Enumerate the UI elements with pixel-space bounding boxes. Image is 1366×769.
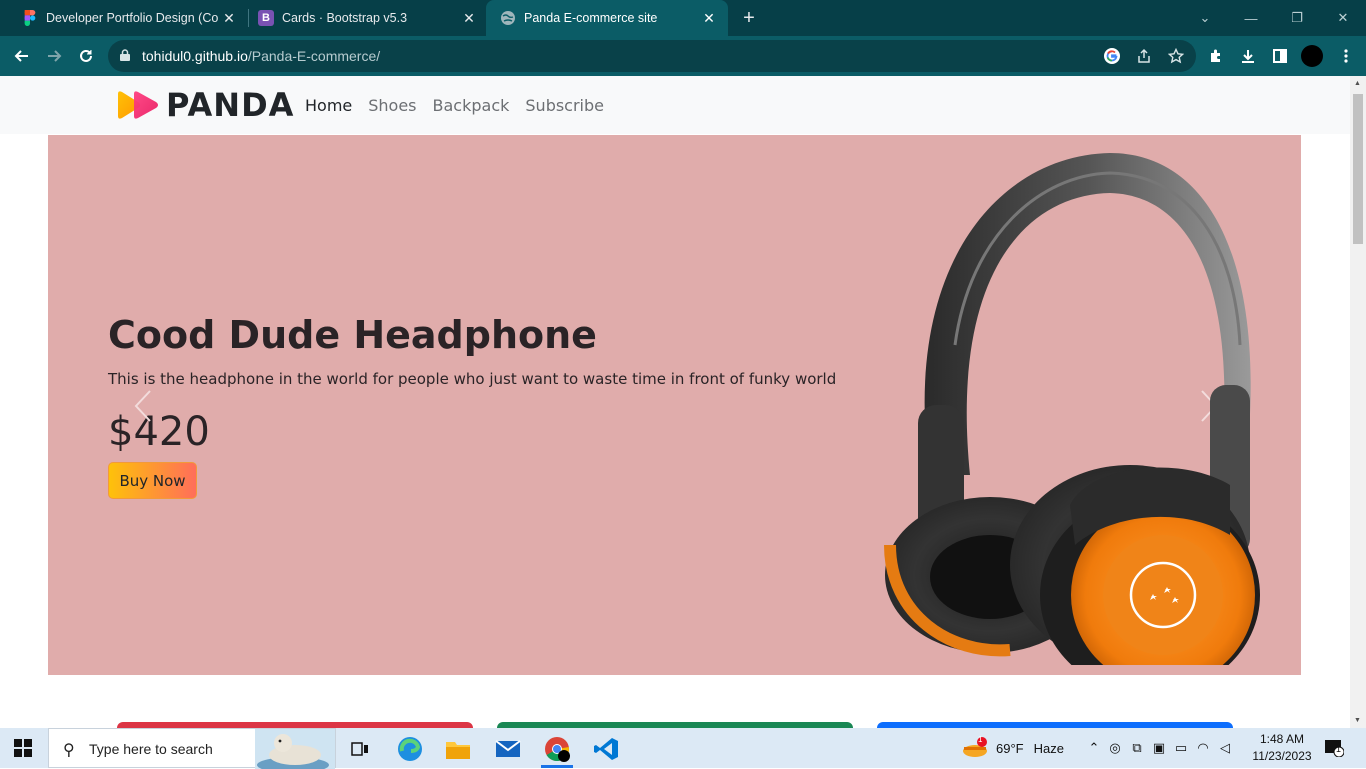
side-panel-icon[interactable]: [1268, 44, 1292, 68]
bookmark-star-icon[interactable]: [1166, 46, 1186, 66]
nav-backpack[interactable]: Backpack: [433, 96, 510, 115]
wifi-icon[interactable]: ◠: [1192, 740, 1214, 756]
site-navbar: PANDA Home Shoes Backpack Subscribe: [0, 76, 1350, 134]
share-icon[interactable]: [1134, 46, 1154, 66]
clock-time: 1:48 AM: [1259, 732, 1305, 746]
chrome-icon[interactable]: [537, 732, 577, 768]
new-tab-button[interactable]: +: [737, 6, 761, 30]
url-text: tohidul0.github.io/Panda-E-commerce/: [142, 48, 381, 64]
arrow-left-icon: [14, 50, 28, 62]
nav-subscribe[interactable]: Subscribe: [525, 96, 604, 115]
tab-title: Panda E-commerce site: [524, 11, 658, 25]
panda-logo-icon: [118, 91, 158, 119]
google-icon[interactable]: [1102, 46, 1122, 66]
scrollbar-thumb[interactable]: [1353, 94, 1363, 244]
nav-shoes[interactable]: Shoes: [368, 96, 416, 115]
profile-avatar[interactable]: [1300, 44, 1324, 68]
tab-panda-ecommerce[interactable]: Panda E-commerce site ✕: [486, 0, 728, 36]
globe-icon: [500, 10, 516, 26]
hero-price: $420: [108, 409, 210, 455]
notification-center-icon[interactable]: 1: [1324, 728, 1344, 768]
hero-description: This is the headphone in the world for p…: [108, 370, 837, 388]
windows-start-icon[interactable]: [14, 739, 32, 757]
nav-home[interactable]: Home: [305, 96, 352, 115]
tab-title: Cards · Bootstrap v5.3: [282, 11, 408, 25]
forward-button[interactable]: [40, 42, 68, 70]
weather-description: Haze: [1033, 740, 1064, 756]
download-icon[interactable]: [1236, 44, 1260, 68]
reload-icon: [80, 49, 92, 62]
tab-search-icon[interactable]: ⌄: [1182, 0, 1228, 36]
page-scrollbar[interactable]: ▲ ▼: [1350, 76, 1366, 728]
hero-carousel: Cood Dude Headphone This is the headphon…: [48, 135, 1301, 675]
buy-now-button[interactable]: Buy Now: [108, 462, 197, 499]
tab-title: Developer Portfolio Design (Con: [46, 11, 218, 25]
chevron-up-icon[interactable]: ⌃: [1084, 740, 1104, 756]
minimize-button[interactable]: —: [1228, 0, 1274, 36]
task-view-icon[interactable]: [340, 732, 380, 766]
weather-temperature: 69°F: [996, 740, 1024, 756]
search-icon: ⚲: [63, 742, 75, 759]
tab-strip: Developer Portfolio Design (Con ✕ B Card…: [0, 0, 1366, 36]
meet-now-icon[interactable]: ⧉: [1126, 740, 1148, 756]
tab-developer-portfolio[interactable]: Developer Portfolio Design (Con ✕: [8, 0, 248, 36]
chrome-tray-icon[interactable]: ◎: [1104, 740, 1126, 756]
main-nav: Home Shoes Backpack Subscribe: [305, 96, 604, 115]
system-clock[interactable]: 1:48 AM 11/23/2023: [1246, 731, 1318, 765]
system-tray: ⌃ ◎ ⧉ ▣ ▭ ◠ ◁: [1084, 728, 1236, 768]
scroll-up-icon[interactable]: ▲: [1354, 80, 1361, 87]
search-highlight-image: [255, 729, 335, 769]
vscode-icon[interactable]: [586, 732, 626, 766]
reload-button[interactable]: [72, 42, 100, 70]
close-tab-icon[interactable]: ✕: [220, 9, 238, 27]
taskbar-search-box[interactable]: ⚲ Type here to search: [48, 728, 336, 769]
tab-bootstrap-cards[interactable]: B Cards · Bootstrap v5.3 ✕: [244, 0, 488, 36]
page-viewport: PANDA Home Shoes Backpack Subscribe Cood…: [0, 76, 1350, 728]
figma-icon: [22, 10, 38, 26]
headphone-image: [884, 153, 1260, 665]
bootstrap-icon: B: [258, 10, 274, 26]
edge-icon[interactable]: [390, 732, 430, 766]
close-window-button[interactable]: ✕: [1320, 0, 1366, 36]
weather-widget[interactable]: 1 69°F Haze: [962, 728, 1064, 768]
file-explorer-icon[interactable]: [438, 732, 478, 766]
brand-name: PANDA: [166, 86, 295, 124]
battery-icon[interactable]: ▭: [1170, 740, 1192, 756]
more-menu-icon[interactable]: [1334, 44, 1358, 68]
volume-icon[interactable]: ◁: [1214, 740, 1236, 756]
extensions-icon[interactable]: [1204, 44, 1228, 68]
browser-toolbar: tohidul0.github.io/Panda-E-commerce/: [0, 36, 1366, 76]
close-tab-icon[interactable]: ✕: [460, 9, 478, 27]
windows-taskbar: ⚲ Type here to search 1 69°F Haze ⌃ ◎ ⧉: [0, 728, 1366, 769]
brand-logo[interactable]: PANDA: [116, 86, 295, 124]
lock-icon: [120, 49, 130, 61]
notification-count: 1: [1336, 744, 1342, 754]
restore-button[interactable]: ❐: [1274, 0, 1320, 36]
arrow-right-icon: [48, 50, 62, 62]
hero-title: Cood Dude Headphone: [108, 313, 597, 357]
scroll-down-icon[interactable]: ▼: [1354, 717, 1361, 724]
close-tab-icon[interactable]: ✕: [700, 9, 718, 27]
onedrive-icon[interactable]: ▣: [1148, 740, 1170, 756]
weather-icon: [963, 737, 987, 757]
search-placeholder: Type here to search: [89, 741, 213, 757]
address-bar[interactable]: tohidul0.github.io/Panda-E-commerce/: [108, 40, 1196, 72]
carousel-prev-icon[interactable]: [132, 389, 156, 423]
mail-icon[interactable]: [488, 732, 528, 766]
weather-badge: 1: [978, 735, 983, 744]
clock-date: 11/23/2023: [1252, 749, 1312, 763]
back-button[interactable]: [8, 42, 36, 70]
